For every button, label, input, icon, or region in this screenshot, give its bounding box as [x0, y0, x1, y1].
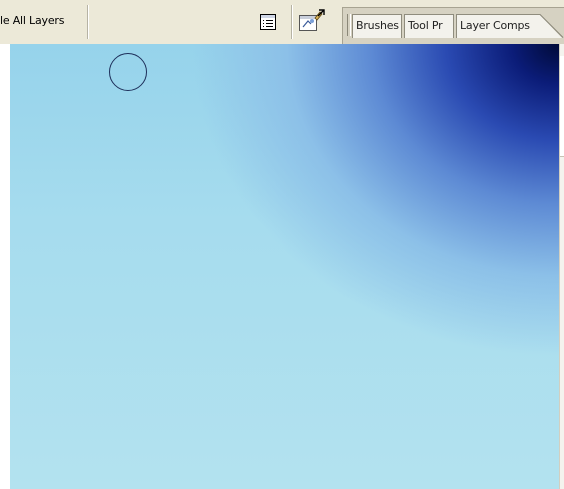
options-separator-2	[291, 5, 292, 39]
palette-well-grip[interactable]	[347, 14, 351, 36]
brush-circle-cursor	[109, 53, 147, 91]
toggle-palettes-button[interactable]	[258, 12, 278, 32]
sample-all-layers-label[interactable]: le All Layers	[0, 14, 64, 27]
tab-corner-shape	[538, 14, 564, 38]
tab-layer-comps[interactable]: Layer Comps	[456, 14, 540, 38]
palette-toggle-icon	[260, 14, 276, 30]
canvas-left-margin	[0, 44, 10, 489]
photoshop-window: le All Layers Brushes Tool Pr Layer Comp…	[0, 0, 564, 489]
tab-brushes[interactable]: Brushes	[352, 14, 402, 38]
vertical-scrollbar[interactable]	[559, 44, 564, 489]
options-separator	[87, 5, 88, 39]
tool-preset-picker-icon	[299, 9, 325, 31]
scrollbar-thumb[interactable]	[560, 56, 564, 157]
tab-tool-presets[interactable]: Tool Pr	[404, 14, 454, 38]
tool-options-bar: le All Layers	[0, 0, 340, 44]
tool-preset-button[interactable]	[298, 9, 326, 35]
document-canvas-area	[0, 44, 564, 489]
canvas-gradient-image[interactable]	[10, 44, 559, 489]
